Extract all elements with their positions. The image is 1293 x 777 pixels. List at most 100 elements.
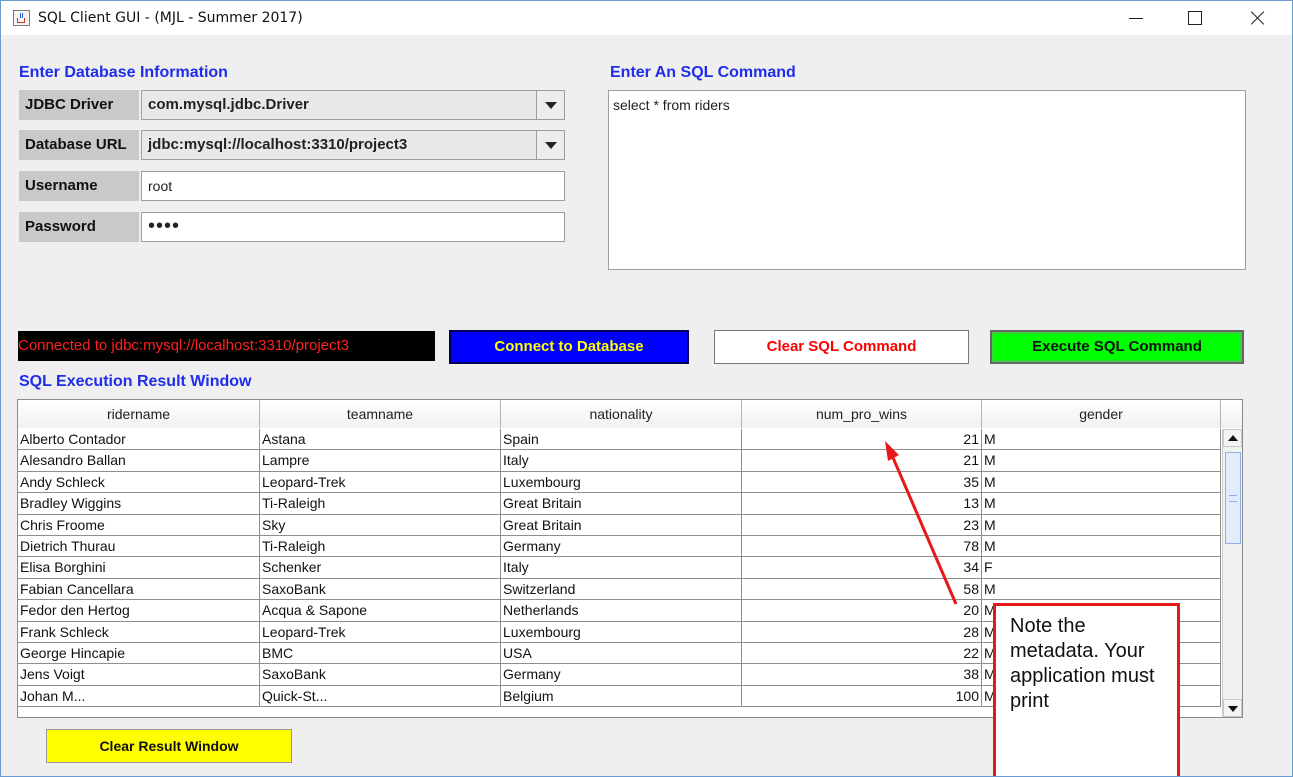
column-header[interactable]: teamname <box>260 400 501 428</box>
table-cell[interactable]: M <box>982 471 1221 494</box>
table-row[interactable]: Fabian Cancellara SaxoBank Switzerland 58 M <box>18 578 1221 601</box>
password-field[interactable]: •••• <box>141 212 565 242</box>
column-header[interactable]: gender <box>982 400 1221 428</box>
table-cell[interactable]: Andy Schleck <box>18 471 260 494</box>
table-cell[interactable]: SaxoBank <box>260 578 501 601</box>
db-info-title: Enter Database Information <box>19 64 228 81</box>
table-cell[interactable]: USA <box>501 642 742 665</box>
table-cell[interactable]: Luxembourg <box>501 471 742 494</box>
table-cell[interactable]: 22 <box>742 642 982 665</box>
table-cell[interactable]: Great Britain <box>501 493 742 515</box>
table-row[interactable]: Elisa Borghini Schenker Italy 34 F <box>18 557 1221 579</box>
table-cell[interactable]: 78 <box>742 535 982 558</box>
table-row[interactable]: Andy Schleck Leopard-Trek Luxembourg 35 M <box>18 471 1221 494</box>
table-cell[interactable]: M <box>982 578 1221 601</box>
scroll-up-icon[interactable] <box>1223 429 1242 447</box>
table-cell[interactable]: Quick-St... <box>260 685 501 708</box>
table-cell[interactable]: 23 <box>742 514 982 536</box>
column-header[interactable]: nationality <box>501 400 742 428</box>
table-cell[interactable]: Belgium <box>501 685 742 708</box>
chevron-down-icon[interactable] <box>536 91 564 119</box>
table-cell[interactable]: Great Britain <box>501 514 742 536</box>
table-cell[interactable]: Ti-Raleigh <box>260 535 501 558</box>
scroll-thumb[interactable] <box>1225 452 1241 544</box>
maximize-button[interactable] <box>1173 1 1219 35</box>
table-cell[interactable]: 28 <box>742 621 982 643</box>
table-cell[interactable]: Bradley Wiggins <box>18 493 260 515</box>
jdbc-driver-label: JDBC Driver <box>19 90 139 120</box>
table-cell[interactable]: BMC <box>260 642 501 665</box>
table-cell[interactable]: George Hincapie <box>18 642 260 665</box>
table-cell[interactable]: M <box>982 429 1221 451</box>
table-cell[interactable]: Chris Froome <box>18 514 260 536</box>
table-cell[interactable]: Jens Voigt <box>18 664 260 686</box>
table-row[interactable]: Bradley Wiggins Ti-Raleigh Great Britain 13… <box>18 493 1221 515</box>
table-cell[interactable]: Johan M... <box>18 685 260 708</box>
scroll-down-icon[interactable] <box>1223 699 1242 717</box>
connect-button[interactable]: Connect to Database <box>449 330 689 364</box>
database-url-value: jdbc:mysql://localhost:3310/project3 <box>148 136 408 153</box>
table-cell[interactable]: Alesandro Ballan <box>18 450 260 472</box>
sql-client-window: SQL Client GUI - (MJL - Summer 2017) Ent… <box>0 0 1293 777</box>
table-cell[interactable]: Luxembourg <box>501 621 742 643</box>
column-header[interactable]: ridername <box>18 400 260 428</box>
table-cell[interactable]: Netherlands <box>501 600 742 622</box>
table-cell[interactable]: F <box>982 557 1221 579</box>
database-url-combo[interactable]: jdbc:mysql://localhost:3310/project3 <box>141 130 565 160</box>
table-cell[interactable]: Leopard-Trek <box>260 621 501 643</box>
java-app-icon <box>13 10 30 26</box>
table-cell[interactable]: M <box>982 450 1221 472</box>
username-field[interactable]: root <box>141 171 565 201</box>
close-button[interactable] <box>1235 1 1281 35</box>
table-cell[interactable]: M <box>982 493 1221 515</box>
table-cell[interactable]: Germany <box>501 535 742 558</box>
table-cell[interactable]: Astana <box>260 429 501 451</box>
sql-command-title: Enter An SQL Command <box>610 64 796 81</box>
table-cell[interactable]: Ti-Raleigh <box>260 493 501 515</box>
minimize-button[interactable] <box>1113 1 1159 35</box>
table-cell[interactable]: Italy <box>501 557 742 579</box>
vertical-scrollbar[interactable] <box>1222 429 1242 717</box>
table-cell[interactable]: 35 <box>742 471 982 494</box>
table-cell[interactable]: Frank Schleck <box>18 621 260 643</box>
table-row[interactable]: Alberto Contador Astana Spain 21 M <box>18 429 1221 451</box>
table-cell[interactable]: Lampre <box>260 450 501 472</box>
table-cell[interactable]: 38 <box>742 664 982 686</box>
table-cell[interactable]: 13 <box>742 493 982 515</box>
chevron-down-icon[interactable] <box>536 131 564 159</box>
table-cell[interactable]: Schenker <box>260 557 501 579</box>
table-cell[interactable]: 21 <box>742 450 982 472</box>
table-cell[interactable]: Dietrich Thurau <box>18 535 260 558</box>
table-row[interactable]: Chris Froome Sky Great Britain 23 M <box>18 514 1221 536</box>
table-cell[interactable]: Fabian Cancellara <box>18 578 260 601</box>
table-cell[interactable]: Alberto Contador <box>18 429 260 451</box>
title-bar: SQL Client GUI - (MJL - Summer 2017) <box>1 1 1292 35</box>
table-cell[interactable]: Sky <box>260 514 501 536</box>
table-cell[interactable]: 20 <box>742 600 982 622</box>
table-cell[interactable]: Fedor den Hertog <box>18 600 260 622</box>
table-cell[interactable]: 21 <box>742 429 982 451</box>
sql-command-textarea[interactable]: select * from riders <box>608 90 1246 270</box>
column-header[interactable]: num_pro_wins <box>742 400 982 428</box>
table-cell[interactable]: Switzerland <box>501 578 742 601</box>
password-label: Password <box>19 212 139 242</box>
table-row[interactable]: Dietrich Thurau Ti-Raleigh Germany 78 M <box>18 535 1221 558</box>
jdbc-driver-combo[interactable]: com.mysql.jdbc.Driver <box>141 90 565 120</box>
clear-sql-button[interactable]: Clear SQL Command <box>714 330 969 364</box>
header-corner <box>1221 400 1242 428</box>
table-cell[interactable]: 100 <box>742 685 982 708</box>
table-cell[interactable]: 34 <box>742 557 982 579</box>
table-cell[interactable]: Germany <box>501 664 742 686</box>
table-cell[interactable]: SaxoBank <box>260 664 501 686</box>
table-cell[interactable]: M <box>982 514 1221 536</box>
table-cell[interactable]: Elisa Borghini <box>18 557 260 579</box>
table-cell[interactable]: Acqua & Sapone <box>260 600 501 622</box>
table-cell[interactable]: M <box>982 535 1221 558</box>
execute-sql-button[interactable]: Execute SQL Command <box>990 330 1244 364</box>
clear-result-button[interactable]: Clear Result Window <box>46 729 292 763</box>
table-cell[interactable]: Italy <box>501 450 742 472</box>
table-cell[interactable]: 58 <box>742 578 982 601</box>
table-cell[interactable]: Spain <box>501 429 742 451</box>
table-row[interactable]: Alesandro Ballan Lampre Italy 21 M <box>18 450 1221 472</box>
table-cell[interactable]: Leopard-Trek <box>260 471 501 494</box>
